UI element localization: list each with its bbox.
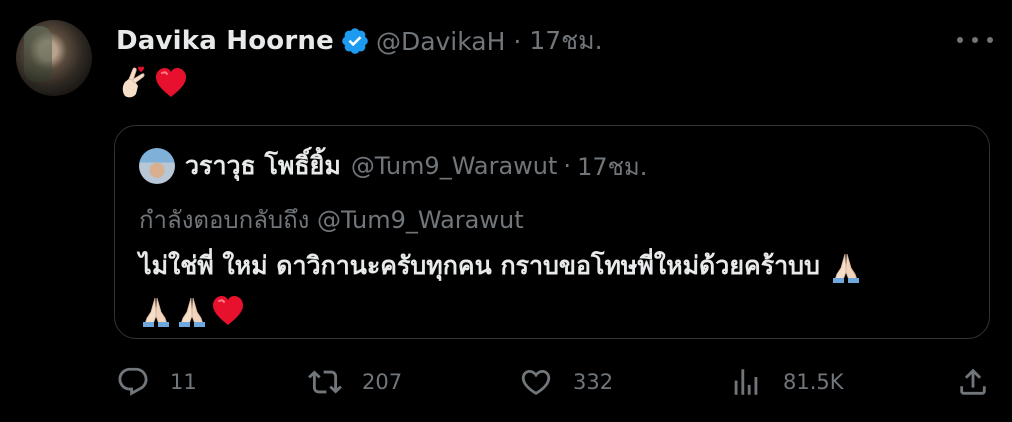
quoted-tweet[interactable]: วราวุธ โพธิ์ยิ้ม @Tum9_Warawut · 17ชม. ก… [114,125,990,339]
heart-icon [521,369,551,395]
quoted-emoji-group-2 [139,294,245,328]
author-avatar[interactable] [16,20,92,96]
folded-hands-emoji [175,294,209,328]
quoted-author-avatar[interactable] [139,148,175,184]
author-name[interactable]: Davika Hoorne [116,26,334,56]
like-count: 332 [573,370,614,394]
verified-badge-icon [340,26,370,56]
tweet-header: Davika Hoorne @DavikaH · 17ชม. [116,22,603,60]
quoted-tweet-text: ไม่ใช่พี่ ใหม่ ดาวิกานะครับทุกคน กราบขอโ… [139,244,969,332]
quoted-author-name[interactable]: วราวุธ โพธิ์ยิ้ม [185,146,341,186]
red-heart-emoji [211,294,245,328]
reply-count: 11 [170,370,197,394]
views-chart-icon [734,369,758,395]
quoted-meta-separator: · [563,152,572,180]
share-icon [960,368,986,395]
quoted-emoji-group-1 [829,250,863,284]
quoted-author-handle[interactable]: @Tum9_Warawut [351,152,558,180]
tweet-content [116,66,188,100]
quoted-tweet-header: วราวุธ โพธิ์ยิ้ม @Tum9_Warawut · 17ชม. [185,148,647,184]
share-button[interactable] [956,358,990,406]
tweet-timestamp[interactable]: 17ชม. [529,21,602,61]
folded-hands-emoji [139,294,173,328]
views-count: 81.5K [783,370,844,394]
retweet-icon [308,370,342,394]
folded-hands-emoji [829,250,863,284]
quoted-timestamp[interactable]: 17ชม. [577,147,647,186]
like-button[interactable]: 332 [519,358,613,406]
reply-icon [118,367,148,396]
action-bar: 11 207 332 81.5K [0,358,1012,406]
views-button[interactable]: 81.5K [729,358,844,406]
red-heart-emoji [154,66,188,100]
quoted-text-content: ไม่ใช่พี่ ใหม่ ดาวิกานะครับทุกคน กราบขอโ… [139,251,820,280]
finger-heart-emoji [116,66,150,100]
meta-separator: · [513,26,522,56]
retweet-button[interactable]: 207 [308,358,402,406]
reply-button[interactable]: 11 [116,358,197,406]
retweet-count: 207 [362,370,403,394]
author-handle[interactable]: @DavikaH [376,27,505,56]
reply-context: กำลังตอบกลับถึง @Tum9_Warawut [139,206,524,234]
more-options-icon[interactable] [955,25,995,55]
